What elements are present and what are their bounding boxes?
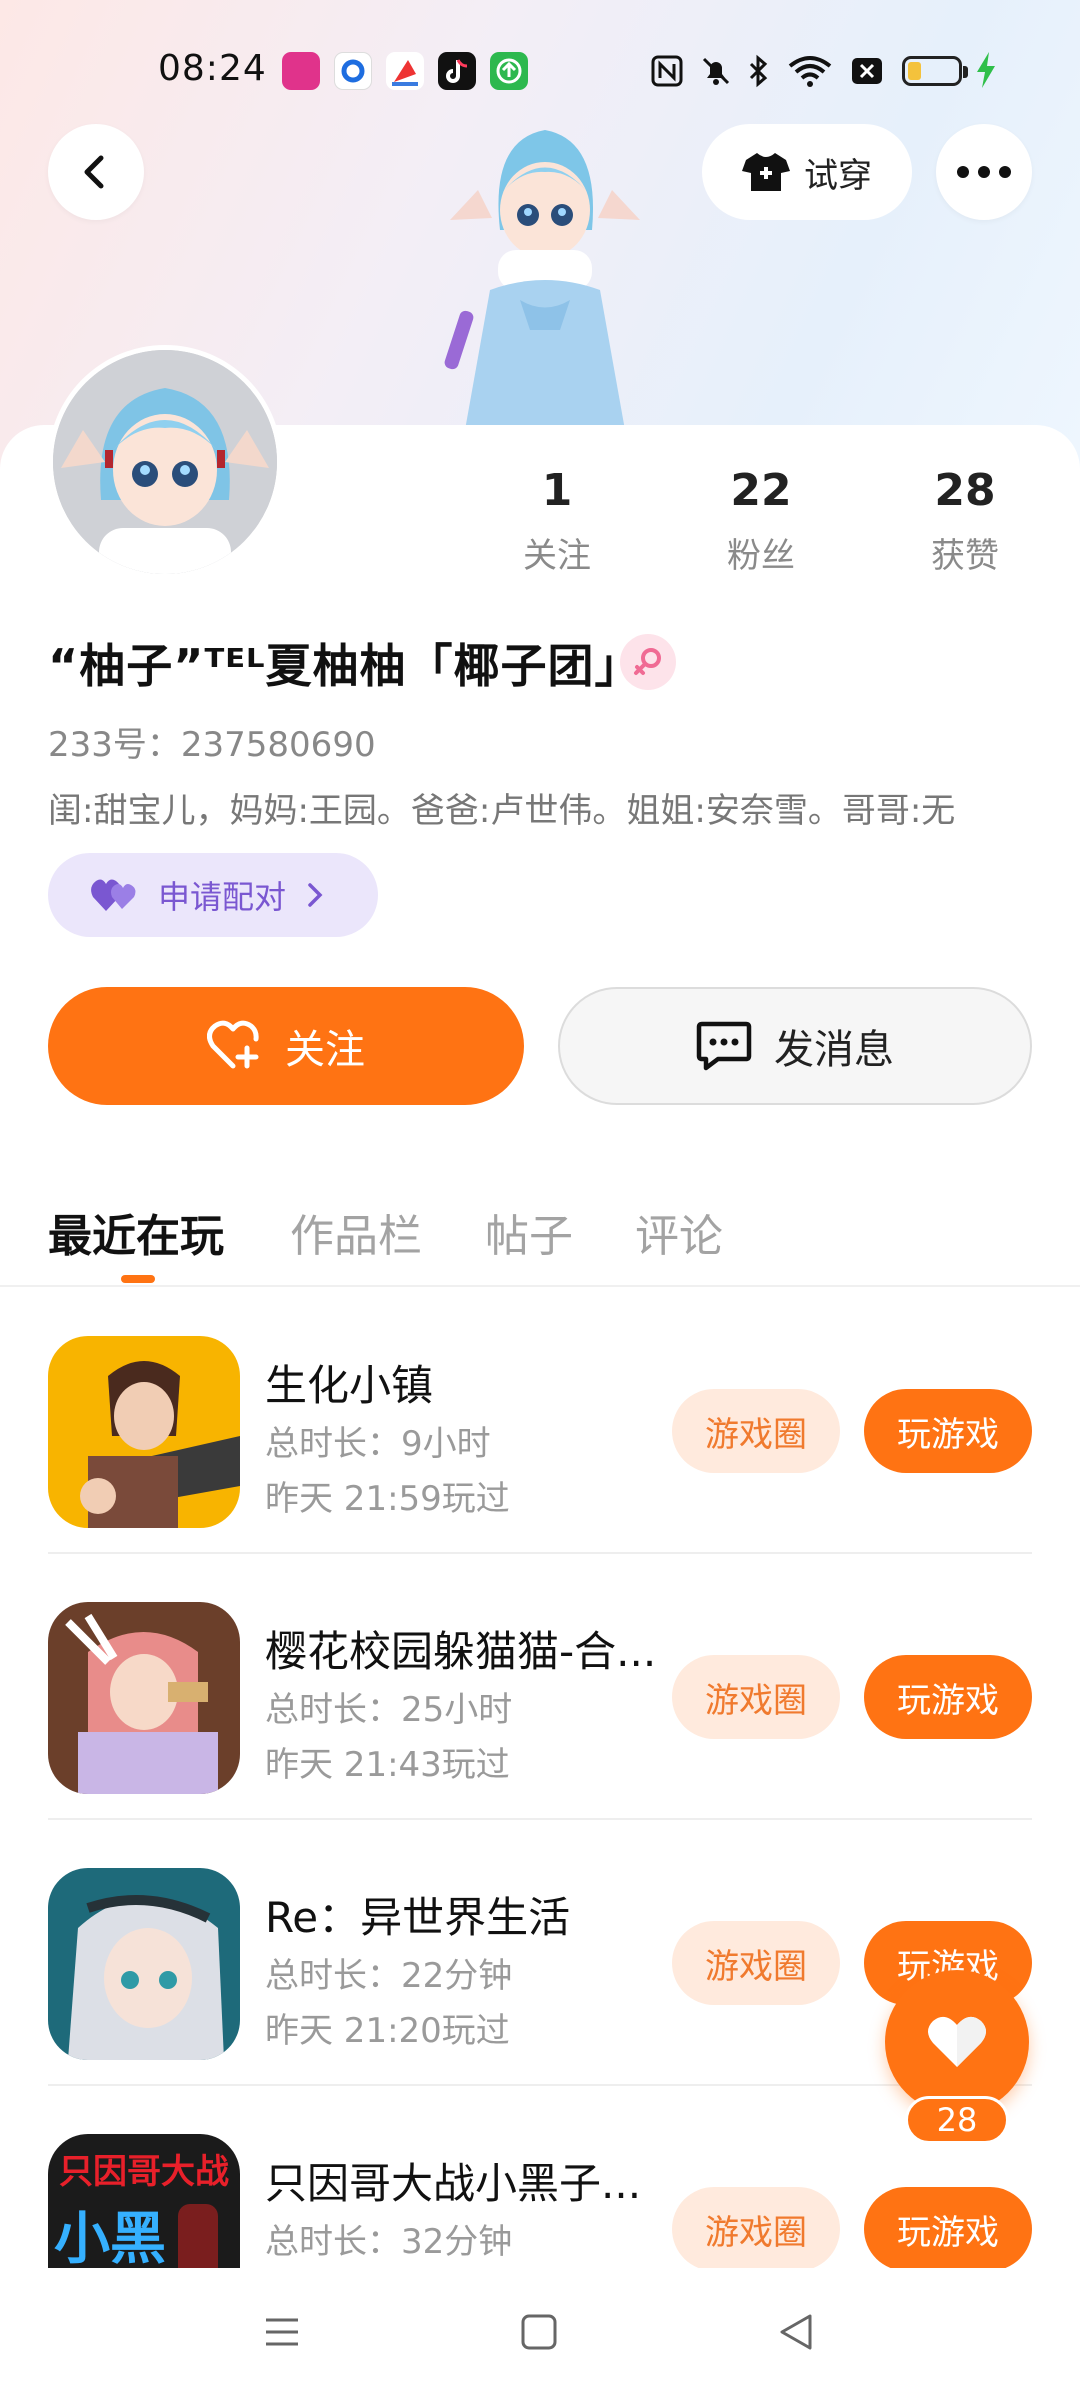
game-last-played: 昨天 21:43玩过 [265,1745,510,1785]
game-thumbnail [48,1336,240,1528]
stat-fans[interactable]: 22 粉丝 [681,465,841,577]
game-thumbnail: 只因哥大战 小黑 [48,2134,240,2268]
game-duration: 总时长：25小时 [265,1690,513,1730]
request-pair-button[interactable]: 申请配对 [48,853,378,937]
thumb-figure [178,2204,218,2268]
tab-recently-played[interactable]: 最近在玩 [48,1200,224,1264]
game-duration: 总时长：32分钟 [265,2222,513,2262]
profile-bio: 闺:甜宝儿，妈妈:王园。爸爸:卢世伟。姐姐:安奈雪。哥哥:无 [48,791,956,831]
follow-label: 关注 [285,1027,365,1073]
game-title: Re：异世界生活 [265,1893,571,1942]
female-gender-icon [620,634,676,690]
no-sim-icon [850,54,884,95]
game-thumbnail [48,1868,240,2060]
more-dots-icon [957,166,1011,178]
play-game-button[interactable]: 玩游戏 [864,1389,1032,1473]
status-time: 08:24 [158,48,267,89]
system-nav-bar [0,2268,1080,2400]
stat-following-count: 1 [541,465,573,516]
try-on-button[interactable]: 试穿 [702,124,912,220]
triangle-back-icon [780,2314,812,2350]
profile-tabs: 最近在玩 作品栏 帖子 评论 [0,1180,1080,1287]
send-message-label: 发消息 [774,1027,894,1073]
status-bar: 08:24 [0,40,1080,104]
bluetooth-icon [745,54,773,95]
tshirt-icon [742,153,790,191]
profile-uid: 233号：237580690 [48,725,376,765]
list-item[interactable]: 樱花校园躲猫猫-合... 总时长：25小时 昨天 21:43玩过 游戏圈 玩游戏 [0,1554,1080,1820]
battery-icon [902,56,962,86]
game-title: 只因哥大战小黑子... [265,2159,642,2208]
chevron-left-icon [84,155,104,189]
chat-bubble-icon [696,1021,752,1071]
game-last-played: 昨天 21:59玩过 [265,1479,510,1519]
game-title: 生化小镇 [265,1361,434,1410]
more-options-button[interactable] [936,124,1032,220]
battery-tip [963,66,968,78]
heart-plus-icon [207,1020,259,1069]
back-nav-button[interactable] [776,2312,816,2356]
square-icon [521,2314,557,2350]
stat-following[interactable]: 1 关注 [477,465,637,577]
app-icon-1 [282,52,320,90]
play-game-button[interactable]: 玩游戏 [864,2187,1032,2268]
follow-button[interactable]: 关注 [48,987,524,1105]
tab-works[interactable]: 作品栏 [290,1200,422,1264]
heart-icon [928,2016,986,2067]
double-heart-icon [91,879,136,911]
nfc-icon [650,54,684,95]
charging-icon [975,52,997,97]
stat-likes-label: 获赞 [931,536,999,576]
send-message-button[interactable]: 发消息 [558,987,1032,1105]
stat-likes-count: 28 [934,465,996,516]
play-game-button[interactable]: 玩游戏 [864,1655,1032,1739]
stat-fans-label: 粉丝 [727,536,795,576]
game-circle-button[interactable]: 游戏圈 [672,2187,840,2268]
list-item[interactable]: 生化小镇 总时长：9小时 昨天 21:59玩过 游戏圈 玩游戏 [0,1288,1080,1554]
tab-posts[interactable]: 帖子 [485,1200,573,1264]
avatar-image [53,350,277,574]
stat-following-label: 关注 [523,536,591,576]
thumb-text-line2: 小黑 [54,2207,166,2268]
game-circle-button[interactable]: 游戏圈 [672,1389,840,1473]
request-pair-label: 申请配对 [158,878,287,916]
upload-icon [490,52,528,90]
avatar[interactable] [48,345,282,579]
game-last-played: 昨天 21:20玩过 [265,2011,510,2051]
like-fab-button[interactable] [885,1970,1029,2114]
tiktok-icon [438,52,476,90]
wifi-icon [788,54,832,95]
menu-icon [266,2318,298,2346]
game-title: 樱花校园躲猫猫-合... [265,1627,657,1676]
game-thumbnail [48,1602,240,1794]
like-count-badge: 28 [905,2096,1009,2144]
game-duration: 总时长：22分钟 [265,1956,513,1996]
home-nav-button[interactable] [519,2312,559,2356]
game-circle-button[interactable]: 游戏圈 [672,1655,840,1739]
thumb-text-line1: 只因哥大战 [59,2152,229,2192]
stat-likes[interactable]: 28 获赞 [885,465,1045,577]
menu-nav-button[interactable] [262,2312,302,2356]
mute-icon [699,54,733,95]
app-icon-2 [334,52,372,90]
chevron-right-icon [308,883,323,907]
avatar-3d-figure [420,100,670,430]
profile-name: “柚子”ᵀᴱᴸ夏柚柚「椰子团」 [48,639,642,693]
game-duration: 总时长：9小时 [265,1424,491,1464]
active-tab-indicator [121,1275,155,1283]
app-icon-3 [386,52,424,90]
stat-fans-count: 22 [730,465,792,516]
tab-comments[interactable]: 评论 [635,1200,723,1264]
game-circle-button[interactable]: 游戏圈 [672,1921,840,2005]
try-on-label: 试穿 [804,155,872,196]
back-button[interactable] [48,124,144,220]
